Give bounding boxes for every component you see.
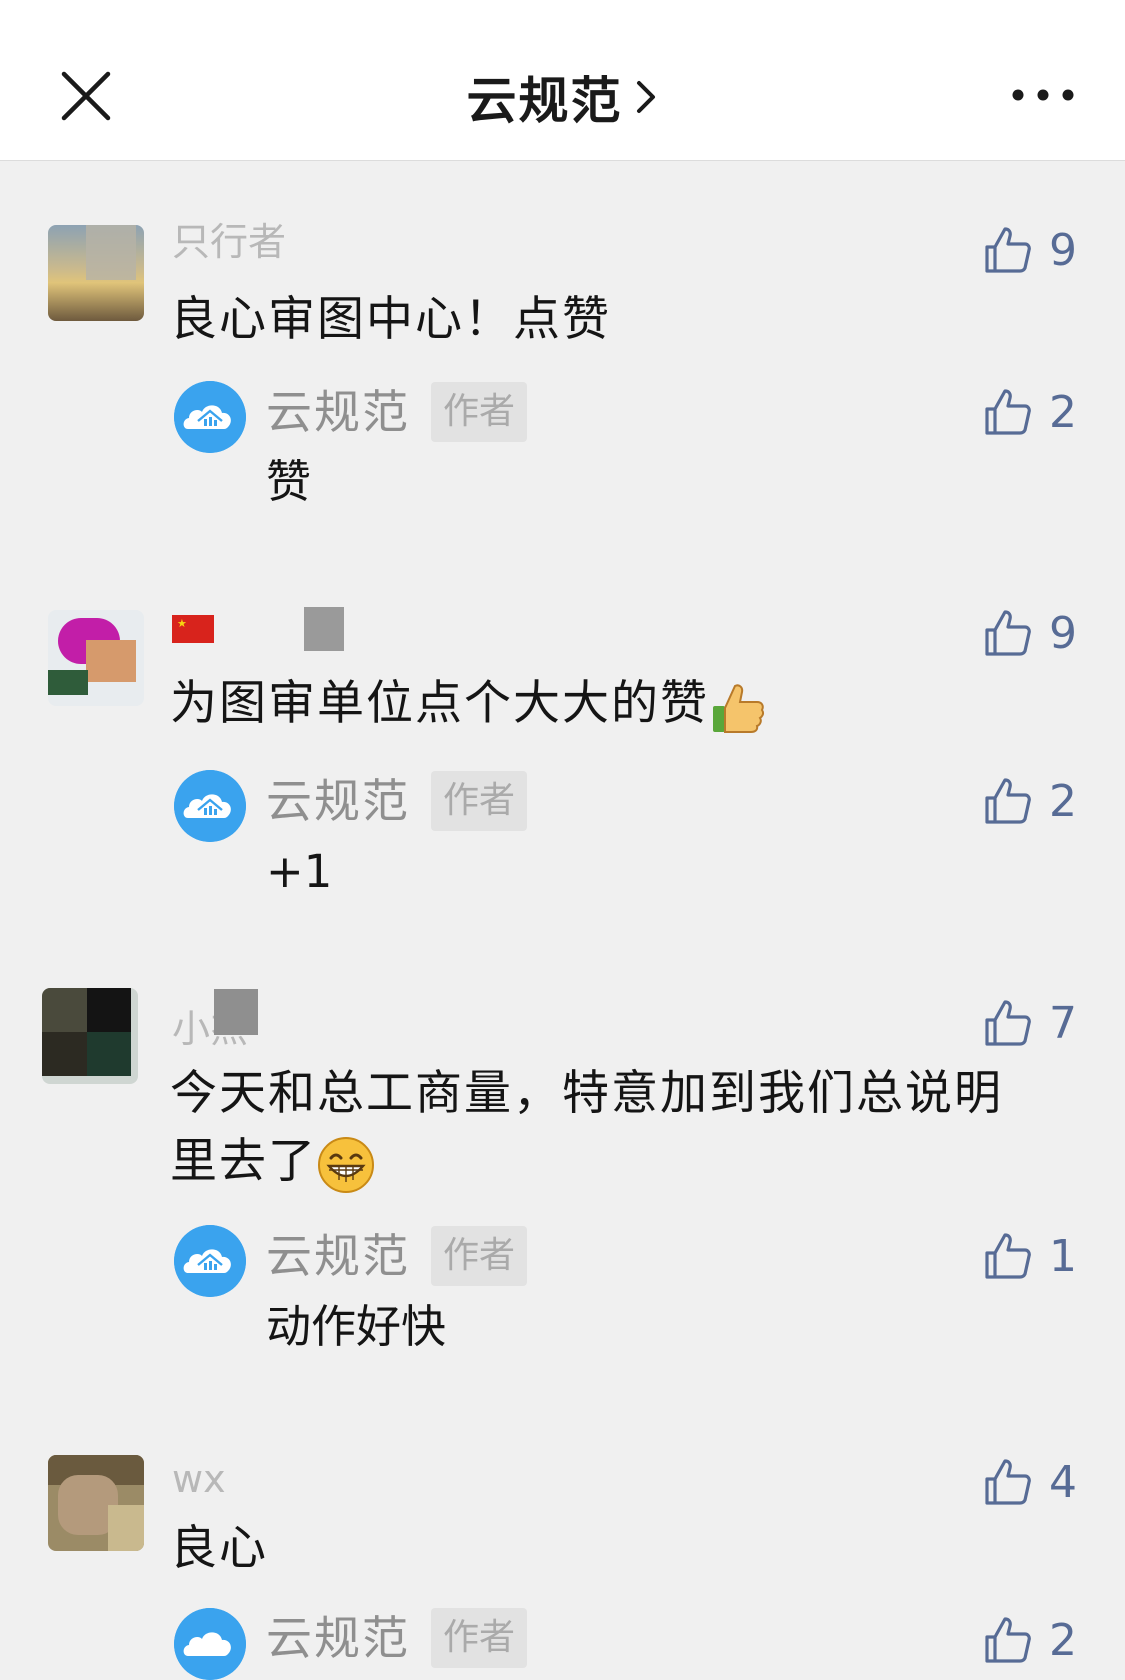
like-button[interactable]: 9 [983, 220, 1077, 280]
more-horizontal-icon [1012, 89, 1074, 101]
like-count: 7 [1049, 997, 1077, 1049]
comment-text: 为图审单位点个大大的赞 [170, 670, 1050, 738]
author-avatar[interactable] [174, 770, 246, 842]
reply-like-count: 2 [1049, 775, 1077, 827]
reply-like-button[interactable]: 2 [983, 382, 1077, 442]
like-button[interactable]: 7 [983, 993, 1077, 1053]
like-count: 9 [1049, 607, 1077, 659]
reply-like-button[interactable]: 2 [983, 771, 1077, 831]
grin-emoji [318, 1136, 374, 1193]
cloud-house-logo [174, 1608, 246, 1680]
reply-like-button[interactable]: 2 [983, 1610, 1077, 1670]
avatar[interactable] [42, 988, 138, 1084]
author-avatar[interactable] [174, 1225, 246, 1297]
author-badge: 作者 [431, 382, 527, 442]
pixelated-name-block [304, 606, 345, 651]
chevron-right-icon [636, 81, 655, 113]
comment-nickname[interactable]: 小杰 [172, 989, 258, 1053]
comment-text: 良心 [170, 1521, 268, 1576]
pixelated-name-block [214, 989, 258, 1035]
reply-like-count: 2 [1049, 1614, 1077, 1666]
like-count: 9 [1049, 224, 1077, 276]
thumbs-up-emoji [713, 683, 765, 733]
reply-like-button[interactable]: 1 [983, 1226, 1077, 1286]
author-avatar[interactable] [174, 381, 246, 453]
like-button[interactable]: 9 [983, 603, 1077, 663]
thumbs-up-icon [985, 1233, 1031, 1279]
author-badge: 作者 [431, 1226, 527, 1286]
thumbs-up-icon [985, 778, 1031, 824]
thumbs-up-icon [985, 227, 1031, 273]
thumbs-up-icon [985, 389, 1031, 435]
cloud-house-logo [174, 381, 246, 453]
reply-like-count: 1 [1049, 1230, 1077, 1282]
china-flag-icon: ★ [172, 614, 214, 643]
like-button[interactable]: 4 [983, 1452, 1077, 1512]
author-name[interactable]: 云规范 [266, 382, 410, 442]
comment-text: 今天和总工商量，特意加到我们总说明 里去了 [170, 1060, 1050, 1196]
cloud-house-logo [174, 770, 246, 842]
like-count: 4 [1049, 1456, 1077, 1508]
more-options-button[interactable] [1008, 80, 1078, 110]
official-account-title-link[interactable]: 云规范 [0, 62, 1125, 132]
thumbs-up-icon [985, 1000, 1031, 1046]
reply-text: 赞 [266, 455, 312, 508]
author-name[interactable]: 云规范 [266, 1608, 410, 1668]
comment-nickname[interactable]: ★ [172, 602, 345, 651]
avatar[interactable] [48, 1455, 144, 1551]
page-title: 云规范 [466, 72, 623, 130]
thumbs-up-icon [985, 1459, 1031, 1505]
comment-nickname[interactable]: wx [172, 1455, 226, 1503]
author-name[interactable]: 云规范 [266, 771, 410, 831]
avatar[interactable] [48, 610, 144, 706]
cloud-house-logo [174, 1225, 246, 1297]
thumbs-up-icon [985, 610, 1031, 656]
top-navigation-bar: 云规范 [0, 0, 1125, 161]
author-name[interactable]: 云规范 [266, 1226, 410, 1286]
thumbs-up-icon [985, 1617, 1031, 1663]
author-badge: 作者 [431, 771, 527, 831]
reply-like-count: 2 [1049, 386, 1077, 438]
comment-nickname[interactable]: 只行者 [172, 218, 286, 266]
author-badge: 作者 [431, 1608, 527, 1668]
author-avatar[interactable] [174, 1608, 246, 1680]
reply-text: 动作好快 [266, 1300, 447, 1353]
reply-text: +1 [266, 845, 333, 898]
avatar[interactable] [48, 225, 144, 321]
comment-text: 良心审图中心！点赞 [170, 292, 611, 347]
